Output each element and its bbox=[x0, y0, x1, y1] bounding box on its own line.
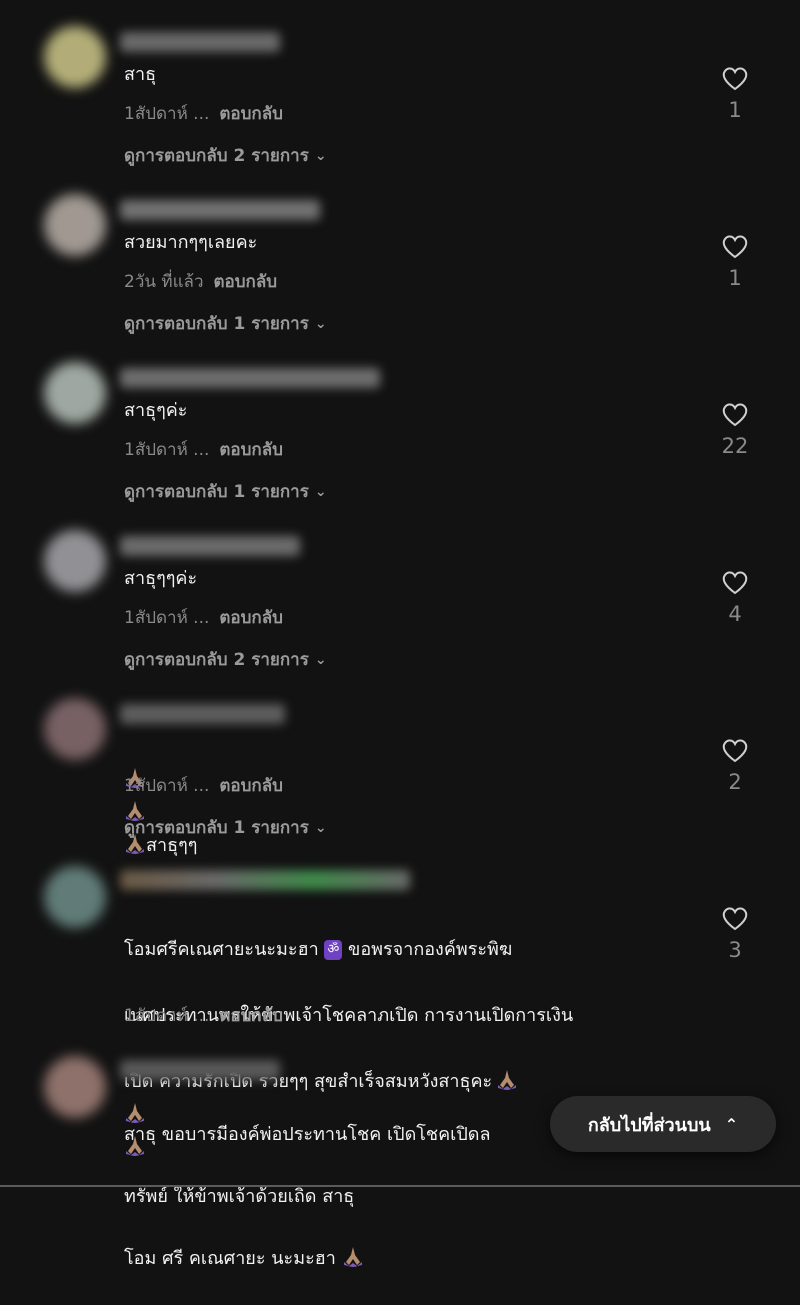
comment-meta: 1สัปดาห์ ... ตอบกลับ bbox=[124, 604, 283, 631]
comment-time: 2วัน ที่แล้ว bbox=[124, 272, 204, 292]
like-count: 3 bbox=[728, 938, 742, 962]
like-count: 2 bbox=[728, 770, 742, 794]
praying-hands-icon bbox=[343, 1247, 362, 1267]
chevron-down-icon: ⌄ bbox=[314, 316, 327, 332]
comment-meta: 2วัน ที่แล้ว ตอบกลับ bbox=[124, 268, 277, 295]
username-blurred[interactable] bbox=[120, 32, 280, 52]
heart-icon bbox=[722, 67, 748, 90]
like-button[interactable]: 1 bbox=[720, 64, 750, 122]
comment-time: 1สัปดาห์ ... bbox=[124, 104, 210, 124]
comment-text-line: โอมศรีคเณศายะนะมะฮา ॐ ขอพรจากองค์พระพิฆ bbox=[124, 933, 689, 966]
reply-button[interactable]: ตอบกลับ bbox=[219, 776, 283, 796]
heart-icon bbox=[722, 403, 748, 426]
like-count: 1 bbox=[728, 98, 742, 122]
heart-icon bbox=[722, 907, 748, 930]
comment-text: สาธุ bbox=[124, 64, 157, 85]
like-button[interactable]: 22 bbox=[720, 400, 750, 458]
like-button[interactable]: 1 bbox=[720, 232, 750, 290]
username-blurred[interactable] bbox=[120, 704, 285, 724]
username-blurred[interactable] bbox=[120, 1060, 280, 1080]
view-replies-button[interactable]: ดูการตอบกลับ 2 รายการ ⌄ bbox=[124, 142, 327, 169]
comment-text: สาธุๆๆค่ะ bbox=[124, 568, 198, 589]
comment-time: 1สัปดาห์ ... bbox=[124, 608, 210, 628]
avatar[interactable] bbox=[44, 866, 106, 928]
view-replies-label: ดูการตอบกลับ 2 รายการ bbox=[124, 650, 309, 670]
comment-time: 1สัปดาห์ ... bbox=[124, 440, 210, 460]
comment-text-segment: โอมศรีคเณศายะนะมะฮา bbox=[124, 939, 319, 960]
username-blurred[interactable] bbox=[120, 870, 410, 890]
chevron-down-icon: ⌄ bbox=[314, 484, 327, 500]
back-to-top-label: กลับไปที่ส่วนบน bbox=[587, 1114, 711, 1136]
username-blurred[interactable] bbox=[120, 368, 380, 388]
comment-text: สวยมากๆๆเลยคะ bbox=[124, 232, 258, 253]
heart-icon bbox=[722, 739, 748, 762]
comment-meta: 1สัปดาห์ ... ตอบกลับ bbox=[124, 1002, 283, 1029]
comment-meta: 1สัปดาห์ ... ตอบกลับ bbox=[124, 436, 283, 463]
comment-text: สาธุๆค่ะ bbox=[124, 400, 188, 421]
avatar[interactable] bbox=[44, 362, 106, 424]
comment-text-line: โอม ศรี คเณศายะ นะมะฮา bbox=[124, 1243, 689, 1274]
view-replies-label: ดูการตอบกลับ 1 รายการ bbox=[124, 314, 309, 334]
comment-text-segment: ขอพรจากองค์พระพิฆ bbox=[348, 939, 513, 960]
chevron-down-icon: ⌄ bbox=[314, 652, 327, 668]
double-chevron-up-icon: ⌃ bbox=[724, 1114, 739, 1134]
view-replies-label: ดูการตอบกลับ 1 รายการ bbox=[124, 818, 309, 838]
username-blurred[interactable] bbox=[120, 200, 320, 220]
om-icon: ॐ bbox=[324, 940, 343, 960]
comment-text-segment: โอม ศรี คเณศายะ นะมะฮา bbox=[124, 1248, 336, 1269]
like-count: 1 bbox=[728, 266, 742, 290]
view-replies-button[interactable]: ดูการตอบกลับ 1 รายการ ⌄ bbox=[124, 310, 327, 337]
view-replies-button[interactable]: ดูการตอบกลับ 2 รายการ ⌄ bbox=[124, 646, 327, 673]
avatar[interactable] bbox=[44, 698, 106, 760]
reply-button[interactable]: ตอบกลับ bbox=[219, 608, 283, 628]
like-button[interactable]: 4 bbox=[720, 568, 750, 626]
comment-meta: 1สัปดาห์ ... ตอบกลับ bbox=[124, 100, 283, 127]
reply-button[interactable]: ตอบกลับ bbox=[219, 1006, 283, 1026]
view-replies-label: ดูการตอบกลับ 1 รายการ bbox=[124, 482, 309, 502]
reply-button[interactable]: ตอบกลับ bbox=[219, 104, 283, 124]
comment-meta: 1สัปดาห์ ... ตอบกลับ bbox=[124, 772, 283, 799]
heart-icon bbox=[722, 571, 748, 594]
avatar[interactable] bbox=[44, 1056, 106, 1118]
chevron-down-icon: ⌄ bbox=[314, 820, 327, 836]
avatar[interactable] bbox=[44, 26, 106, 88]
reply-button[interactable]: ตอบกลับ bbox=[214, 272, 278, 292]
avatar[interactable] bbox=[44, 194, 106, 256]
like-count: 22 bbox=[721, 434, 749, 458]
comment-time: 1สัปดาห์ ... bbox=[124, 776, 210, 796]
view-replies-button[interactable]: ดูการตอบกลับ 1 รายการ ⌄ bbox=[124, 478, 327, 505]
like-button[interactable]: 2 bbox=[720, 736, 750, 794]
heart-icon bbox=[722, 235, 748, 258]
like-count: 4 bbox=[728, 602, 742, 626]
username-blurred[interactable] bbox=[120, 536, 300, 556]
comment-time: 1สัปดาห์ ... bbox=[124, 1006, 210, 1026]
reply-button[interactable]: ตอบกลับ bbox=[219, 440, 283, 460]
view-replies-button[interactable]: ดูการตอบกลับ 1 รายการ ⌄ bbox=[124, 814, 327, 841]
back-to-top-button[interactable]: กลับไปที่ส่วนบน ⌃ bbox=[550, 1096, 776, 1152]
like-button[interactable]: 3 bbox=[720, 904, 750, 962]
praying-hands-icon bbox=[498, 1070, 517, 1090]
avatar[interactable] bbox=[44, 530, 106, 592]
chevron-down-icon: ⌄ bbox=[314, 148, 327, 164]
view-replies-label: ดูการตอบกลับ 2 รายการ bbox=[124, 146, 309, 166]
